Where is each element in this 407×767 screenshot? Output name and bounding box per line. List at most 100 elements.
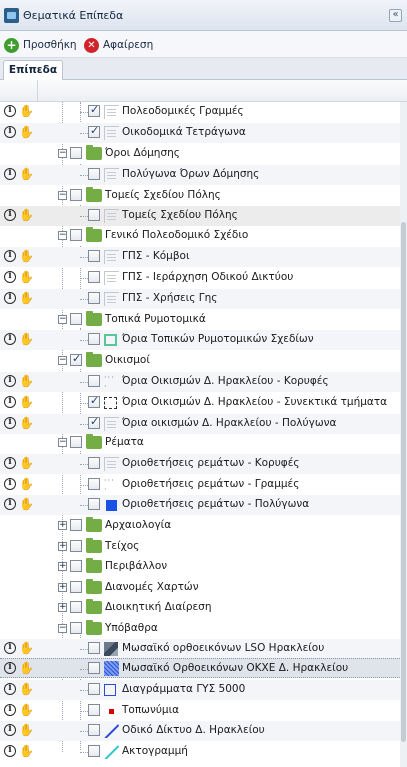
layer-row[interactable]: i ✋ Ακτογραμμή: [0, 742, 400, 762]
info-icon[interactable]: i: [4, 478, 16, 490]
pan-hand-icon[interactable]: ✋: [19, 682, 34, 696]
info-icon[interactable]: i: [4, 417, 16, 429]
pan-hand-icon[interactable]: ✋: [19, 661, 34, 675]
pan-hand-icon[interactable]: ✋: [19, 104, 34, 118]
layer-visibility-checkbox[interactable]: [88, 498, 100, 510]
layer-tree[interactable]: i ✋ Πολεοδομικές Γραμμές i ✋ Οικοδομικά …: [0, 102, 407, 767]
info-icon[interactable]: i: [4, 724, 16, 736]
collapse-icon[interactable]: −: [58, 149, 67, 158]
layer-group-row[interactable]: + Τείχος: [0, 537, 400, 557]
info-icon[interactable]: i: [4, 745, 16, 757]
layer-visibility-checkbox[interactable]: [88, 124, 100, 138]
pan-hand-icon[interactable]: ✋: [19, 497, 34, 511]
scrollbar-thumb[interactable]: [401, 222, 406, 742]
layer-row[interactable]: i ✋ Τομείς Σχεδίου Πόλης: [0, 206, 400, 226]
layer-group-row[interactable]: − Υπόβαθρα: [0, 619, 400, 639]
pan-hand-icon[interactable]: ✋: [19, 456, 34, 470]
info-icon[interactable]: i: [4, 683, 16, 695]
pan-hand-icon[interactable]: ✋: [19, 249, 34, 263]
collapse-icon[interactable]: −: [58, 231, 67, 240]
info-icon[interactable]: i: [4, 498, 16, 510]
layer-group-row[interactable]: − Τομείς Σχεδίου Πόλης: [0, 186, 400, 206]
collapse-icon[interactable]: −: [58, 438, 67, 447]
layer-visibility-checkbox[interactable]: [88, 662, 100, 674]
group-visibility-checkbox[interactable]: [70, 189, 82, 201]
add-layer-button[interactable]: + Προσθήκη: [4, 37, 77, 53]
info-icon[interactable]: i: [4, 704, 16, 716]
collapse-icon[interactable]: −: [58, 191, 67, 200]
layer-row[interactable]: i ✋ Διαγράμματα ΓΥΣ 5000: [0, 680, 400, 700]
layer-visibility-checkbox[interactable]: [88, 724, 100, 736]
expand-icon[interactable]: +: [58, 542, 67, 551]
info-icon[interactable]: i: [4, 396, 16, 408]
layer-visibility-checkbox[interactable]: [88, 745, 100, 757]
layer-visibility-checkbox[interactable]: [88, 457, 100, 469]
pan-hand-icon[interactable]: ✋: [19, 641, 34, 655]
layer-row[interactable]: i ✋ Όρια Οικισμών Δ. Ηρακλείου - Κορυφές: [0, 372, 400, 392]
pan-hand-icon[interactable]: ✋: [19, 167, 34, 181]
layer-row[interactable]: i ✋ Τοπωνύμια: [0, 701, 400, 721]
layer-visibility-checkbox[interactable]: [88, 704, 100, 716]
info-icon[interactable]: i: [4, 457, 16, 469]
layer-visibility-checkbox[interactable]: [88, 292, 100, 304]
layer-visibility-checkbox[interactable]: [88, 394, 100, 408]
tree-scrollbar[interactable]: [400, 102, 407, 767]
info-icon[interactable]: i: [4, 250, 16, 262]
pan-hand-icon[interactable]: ✋: [19, 416, 34, 430]
layer-visibility-checkbox[interactable]: [88, 168, 100, 180]
info-icon[interactable]: i: [4, 642, 16, 654]
pan-hand-icon[interactable]: ✋: [19, 291, 34, 305]
pan-hand-icon[interactable]: ✋: [19, 395, 34, 409]
layer-visibility-checkbox[interactable]: [88, 642, 100, 654]
info-icon[interactable]: i: [4, 662, 16, 674]
group-visibility-checkbox[interactable]: [70, 560, 82, 572]
layer-group-row[interactable]: − Τοπικά Ρυμοτομικά: [0, 310, 400, 330]
pan-hand-icon[interactable]: ✋: [19, 270, 34, 284]
layer-visibility-checkbox[interactable]: [88, 478, 100, 490]
layer-row[interactable]: i ✋ Οριοθετήσεις ρεμάτων - Γραμμές: [0, 475, 400, 495]
remove-layer-button[interactable]: ✕ Αφαίρεση: [84, 37, 153, 53]
pan-hand-icon[interactable]: ✋: [19, 703, 34, 717]
pan-hand-icon[interactable]: ✋: [19, 374, 34, 388]
layer-visibility-checkbox[interactable]: [88, 209, 100, 221]
group-visibility-checkbox[interactable]: [70, 581, 82, 593]
layer-row[interactable]: i ✋ Πολύγωνα Όρων Δόμησης: [0, 165, 400, 185]
layer-row[interactable]: i ✋ ΓΠΣ - Χρήσεις Γης: [0, 289, 400, 309]
pan-hand-icon[interactable]: ✋: [19, 723, 34, 737]
pan-hand-icon[interactable]: ✋: [19, 208, 34, 222]
expand-icon[interactable]: +: [58, 583, 67, 592]
pan-hand-icon[interactable]: ✋: [19, 744, 34, 758]
layer-row[interactable]: i ✋ Οδικό Δίκτυο Δ. Ηρακλείου: [0, 721, 400, 741]
layer-row[interactable]: i ✋ Πολεοδομικές Γραμμές: [0, 102, 400, 122]
layer-row-selected[interactable]: i ✋ Μωσαϊκό Ορθοεικόνων ΟΚΧΕ Δ. Ηρακλείο…: [0, 658, 400, 678]
expand-icon[interactable]: +: [58, 603, 67, 612]
layer-group-row[interactable]: + Διοικητική Διαίρεση: [0, 598, 400, 618]
group-visibility-checkbox[interactable]: [70, 601, 82, 613]
layer-group-row[interactable]: − Όροι Δόμησης: [0, 144, 400, 164]
layer-visibility-checkbox[interactable]: [88, 683, 100, 695]
layer-group-row[interactable]: − Οικισμοί: [0, 351, 400, 371]
collapse-panel-button[interactable]: «: [389, 9, 402, 22]
info-icon[interactable]: i: [4, 271, 16, 283]
pan-hand-icon[interactable]: ✋: [19, 332, 34, 346]
info-icon[interactable]: i: [4, 375, 16, 387]
expand-icon[interactable]: +: [58, 562, 67, 571]
group-visibility-checkbox[interactable]: [70, 622, 82, 634]
layer-visibility-checkbox[interactable]: [88, 250, 100, 262]
info-icon[interactable]: i: [4, 126, 16, 138]
layer-row[interactable]: i ✋ Οριοθετήσεις ρεμάτων - Πολύγωνα: [0, 495, 400, 515]
layer-visibility-checkbox[interactable]: [88, 415, 100, 429]
layer-row[interactable]: i ✋ Όρια οικισμών Δ. Ηρακλείου - Πολύγων…: [0, 414, 400, 434]
collapse-icon[interactable]: −: [58, 315, 67, 324]
layer-row[interactable]: i ✋ Μωσαϊκό ορθοεικόνων LSO Ηρακλείου: [0, 639, 400, 659]
layer-row[interactable]: i ✋ Οικοδομικά Τετράγωνα: [0, 123, 400, 143]
layer-row[interactable]: i ✋ Όρια Οικισμών Δ. Ηρακλείου - Συνεκτι…: [0, 393, 400, 413]
layer-visibility-checkbox[interactable]: [88, 375, 100, 387]
expand-icon[interactable]: +: [58, 521, 67, 530]
group-visibility-checkbox[interactable]: [70, 313, 82, 325]
layer-row[interactable]: i ✋ Όρια Τοπικών Ρυμοτομικών Σχεδίων: [0, 330, 400, 350]
layer-group-row[interactable]: − Γενικό Πολεοδομικό Σχέδιο: [0, 226, 400, 246]
group-visibility-checkbox[interactable]: [70, 540, 82, 552]
pan-hand-icon[interactable]: ✋: [19, 125, 34, 139]
layer-group-row[interactable]: + Αρχαιολογία: [0, 516, 400, 536]
